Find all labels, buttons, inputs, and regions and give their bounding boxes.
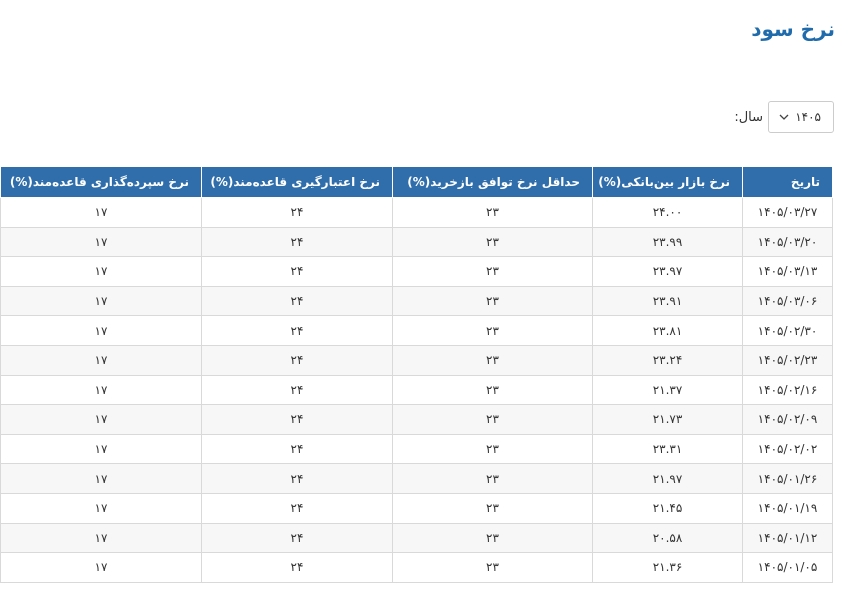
cell-credit-facility-rate: ۲۴ — [201, 433, 393, 465]
cell-interbank-rate: ۲۳.۳۱ — [592, 433, 743, 465]
table-row: ۱۴۰۵/۰۳/۱۳ ۲۳.۹۷ ۲۳ ۲۴ ۱۷ — [0, 256, 833, 287]
cell-interbank-rate: ۲۱.۷۳ — [592, 404, 743, 435]
cell-deposit-facility-rate: ۱۷ — [0, 344, 202, 376]
cell-deposit-facility-rate: ۱۷ — [0, 463, 202, 494]
cell-repo-min-rate: ۲۳ — [392, 522, 593, 554]
header-repo-min-rate[interactable]: حداقل نرخ توافق بازخرید(%) — [392, 166, 593, 198]
cell-interbank-rate: ۲۱.۳۶ — [592, 552, 743, 583]
cell-date: ۱۴۰۵/۰۱/۱۲ — [742, 522, 833, 554]
cell-repo-min-rate: ۲۳ — [392, 463, 593, 494]
table-row: ۱۴۰۵/۰۱/۱۲ ۲۰.۵۸ ۲۳ ۲۴ ۱۷ — [0, 522, 833, 554]
cell-interbank-rate: ۲۴.۰۰ — [592, 197, 743, 228]
cell-date: ۱۴۰۵/۰۲/۰۹ — [742, 404, 833, 435]
cell-deposit-facility-rate: ۱۷ — [0, 374, 202, 406]
cell-deposit-facility-rate: ۱۷ — [0, 315, 202, 346]
cell-credit-facility-rate: ۲۴ — [201, 522, 393, 554]
table-row: ۱۴۰۵/۰۲/۰۹ ۲۱.۷۳ ۲۳ ۲۴ ۱۷ — [0, 404, 833, 435]
cell-deposit-facility-rate: ۱۷ — [0, 492, 202, 524]
cell-credit-facility-rate: ۲۴ — [201, 315, 393, 346]
cell-date: ۱۴۰۵/۰۲/۱۶ — [742, 374, 833, 406]
table-row: ۱۴۰۵/۰۱/۱۹ ۲۱.۴۵ ۲۳ ۲۴ ۱۷ — [0, 492, 833, 524]
table-row: ۱۴۰۵/۰۳/۲۰ ۲۳.۹۹ ۲۳ ۲۴ ۱۷ — [0, 226, 833, 258]
cell-date: ۱۴۰۵/۰۳/۲۷ — [742, 197, 833, 228]
cell-date: ۱۴۰۵/۰۳/۰۶ — [742, 285, 833, 317]
table-row: ۱۴۰۵/۰۱/۰۵ ۲۱.۳۶ ۲۳ ۲۴ ۱۷ — [0, 552, 833, 583]
year-filter: سال: ۱۴۰۵ — [734, 101, 834, 133]
table-row: ۱۴۰۵/۰۲/۰۲ ۲۳.۳۱ ۲۳ ۲۴ ۱۷ — [0, 433, 833, 465]
cell-credit-facility-rate: ۲۴ — [201, 256, 393, 287]
header-date[interactable]: تاریخ — [742, 166, 833, 198]
cell-credit-facility-rate: ۲۴ — [201, 552, 393, 583]
table-row: ۱۴۰۵/۰۳/۲۷ ۲۴.۰۰ ۲۳ ۲۴ ۱۷ — [0, 197, 833, 228]
cell-deposit-facility-rate: ۱۷ — [0, 197, 202, 228]
rates-table: تاریخ نرخ بازار بین‌بانکی(%) حداقل نرخ ت… — [0, 166, 833, 583]
table-row: ۱۴۰۵/۰۱/۲۶ ۲۱.۹۷ ۲۳ ۲۴ ۱۷ — [0, 463, 833, 494]
cell-interbank-rate: ۲۳.۹۷ — [592, 256, 743, 287]
cell-deposit-facility-rate: ۱۷ — [0, 226, 202, 258]
cell-credit-facility-rate: ۲۴ — [201, 463, 393, 494]
cell-interbank-rate: ۲۳.۸۱ — [592, 315, 743, 346]
cell-interbank-rate: ۲۳.۹۹ — [592, 226, 743, 258]
cell-repo-min-rate: ۲۳ — [392, 256, 593, 287]
cell-interbank-rate: ۲۱.۴۵ — [592, 492, 743, 524]
year-select-value: ۱۴۰۵ — [795, 110, 821, 124]
cell-repo-min-rate: ۲۳ — [392, 285, 593, 317]
header-deposit-facility-rate[interactable]: نرخ سپرده‌گذاری قاعده‌مند(%) — [0, 166, 202, 198]
cell-interbank-rate: ۲۰.۵۸ — [592, 522, 743, 554]
cell-deposit-facility-rate: ۱۷ — [0, 285, 202, 317]
cell-repo-min-rate: ۲۳ — [392, 226, 593, 258]
cell-deposit-facility-rate: ۱۷ — [0, 404, 202, 435]
page-title: نرخ سود — [751, 17, 835, 41]
cell-credit-facility-rate: ۲۴ — [201, 344, 393, 376]
cell-deposit-facility-rate: ۱۷ — [0, 256, 202, 287]
cell-credit-facility-rate: ۲۴ — [201, 285, 393, 317]
cell-credit-facility-rate: ۲۴ — [201, 492, 393, 524]
chevron-down-icon — [779, 114, 789, 121]
cell-interbank-rate: ۲۳.۹۱ — [592, 285, 743, 317]
cell-date: ۱۴۰۵/۰۱/۰۵ — [742, 552, 833, 583]
cell-repo-min-rate: ۲۳ — [392, 552, 593, 583]
cell-interbank-rate: ۲۳.۲۴ — [592, 344, 743, 376]
cell-repo-min-rate: ۲۳ — [392, 197, 593, 228]
cell-repo-min-rate: ۲۳ — [392, 492, 593, 524]
year-select[interactable]: ۱۴۰۵ — [768, 101, 834, 133]
cell-repo-min-rate: ۲۳ — [392, 404, 593, 435]
cell-repo-min-rate: ۲۳ — [392, 315, 593, 346]
cell-date: ۱۴۰۵/۰۲/۳۰ — [742, 315, 833, 346]
cell-deposit-facility-rate: ۱۷ — [0, 433, 202, 465]
cell-date: ۱۴۰۵/۰۱/۱۹ — [742, 492, 833, 524]
cell-repo-min-rate: ۲۳ — [392, 344, 593, 376]
cell-credit-facility-rate: ۲۴ — [201, 197, 393, 228]
cell-repo-min-rate: ۲۳ — [392, 433, 593, 465]
cell-interbank-rate: ۲۱.۳۷ — [592, 374, 743, 406]
table-row: ۱۴۰۵/۰۲/۲۳ ۲۳.۲۴ ۲۳ ۲۴ ۱۷ — [0, 344, 833, 376]
cell-date: ۱۴۰۵/۰۳/۲۰ — [742, 226, 833, 258]
cell-deposit-facility-rate: ۱۷ — [0, 522, 202, 554]
header-credit-facility-rate[interactable]: نرخ اعتبارگیری قاعده‌مند(%) — [201, 166, 393, 198]
cell-repo-min-rate: ۲۳ — [392, 374, 593, 406]
cell-date: ۱۴۰۵/۰۱/۲۶ — [742, 463, 833, 494]
cell-deposit-facility-rate: ۱۷ — [0, 552, 202, 583]
cell-date: ۱۴۰۵/۰۲/۰۲ — [742, 433, 833, 465]
table-row: ۱۴۰۵/۰۲/۳۰ ۲۳.۸۱ ۲۳ ۲۴ ۱۷ — [0, 315, 833, 346]
table-row: ۱۴۰۵/۰۳/۰۶ ۲۳.۹۱ ۲۳ ۲۴ ۱۷ — [0, 285, 833, 317]
cell-date: ۱۴۰۵/۰۳/۱۳ — [742, 256, 833, 287]
cell-interbank-rate: ۲۱.۹۷ — [592, 463, 743, 494]
cell-credit-facility-rate: ۲۴ — [201, 226, 393, 258]
year-label: سال: — [734, 109, 763, 125]
cell-date: ۱۴۰۵/۰۲/۲۳ — [742, 344, 833, 376]
table-header-row: تاریخ نرخ بازار بین‌بانکی(%) حداقل نرخ ت… — [0, 166, 833, 198]
cell-credit-facility-rate: ۲۴ — [201, 374, 393, 406]
header-interbank-rate[interactable]: نرخ بازار بین‌بانکی(%) — [592, 166, 743, 198]
table-row: ۱۴۰۵/۰۲/۱۶ ۲۱.۳۷ ۲۳ ۲۴ ۱۷ — [0, 374, 833, 406]
cell-credit-facility-rate: ۲۴ — [201, 404, 393, 435]
